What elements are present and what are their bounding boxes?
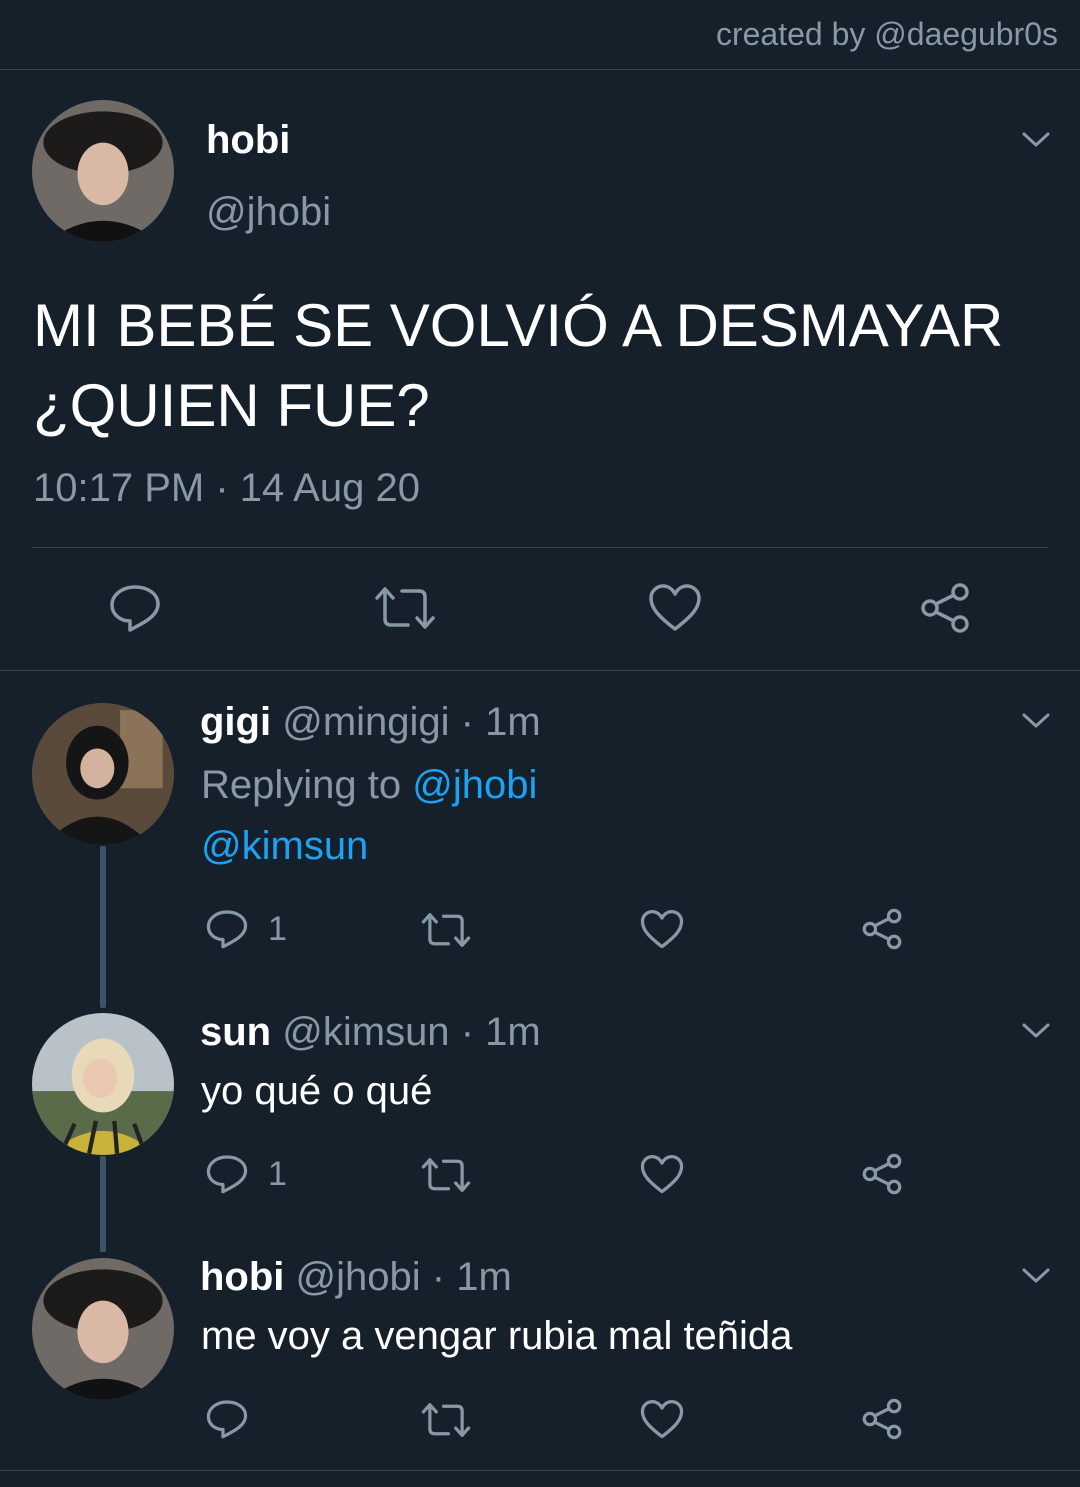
handle[interactable]: @mingigi	[282, 700, 449, 744]
avatar[interactable]	[32, 1258, 174, 1400]
tweet-text: MI BEBÉ SE VOLVIÓ A DESMAYAR ¿QUIEN FUE?	[33, 286, 1003, 446]
avatar-photo-icon	[32, 1013, 174, 1155]
tweet-text-line: MI BEBÉ SE VOLVIÓ A DESMAYAR	[33, 292, 1004, 359]
replying-to: Replying to @jhobi	[201, 763, 537, 808]
avatar[interactable]	[32, 100, 174, 242]
relative-time: · 1m	[460, 700, 541, 744]
share-icon[interactable]	[918, 582, 972, 634]
section-divider	[0, 670, 1080, 671]
thread-line	[100, 1156, 106, 1252]
share-icon[interactable]	[860, 1153, 904, 1195]
handle[interactable]: @kimsun	[282, 1010, 449, 1054]
reply-icon[interactable]	[205, 908, 249, 950]
handle[interactable]: @jhobi	[296, 1255, 421, 1299]
like-icon[interactable]	[640, 1399, 684, 1440]
retweet-icon[interactable]	[421, 1156, 471, 1194]
reply-header: gigi @mingigi · 1m	[200, 700, 541, 745]
reply-header: sun @kimsun · 1m	[200, 1010, 541, 1055]
tweet-text-line: ¿QUIEN FUE?	[33, 372, 430, 439]
display-name[interactable]: hobi	[200, 1255, 284, 1299]
retweet-icon[interactable]	[421, 911, 471, 949]
thread-line	[100, 846, 106, 1008]
chevron-down-icon[interactable]	[1021, 1021, 1051, 1041]
tweet-divider	[32, 547, 1048, 548]
share-icon[interactable]	[860, 908, 904, 950]
relative-time: · 1m	[431, 1255, 512, 1299]
retweet-icon[interactable]	[421, 1401, 471, 1439]
bottom-divider	[0, 1470, 1080, 1471]
reply-icon[interactable]	[205, 1398, 249, 1440]
reply-count: 1	[268, 910, 287, 948]
display-name[interactable]: gigi	[200, 700, 271, 744]
avatar-photo-icon	[32, 100, 174, 242]
display-name[interactable]: sun	[200, 1010, 271, 1054]
reply-header: hobi @jhobi · 1m	[200, 1255, 512, 1300]
avatar[interactable]	[32, 703, 174, 845]
replying-to-link[interactable]: @jhobi	[412, 763, 537, 807]
relative-time: · 1m	[460, 1010, 541, 1054]
replying-to-label: Replying to	[201, 763, 402, 807]
tweet-text[interactable]: @kimsun	[201, 824, 368, 869]
like-icon[interactable]	[640, 1154, 684, 1195]
like-icon[interactable]	[640, 909, 684, 950]
avatar[interactable]	[32, 1013, 174, 1155]
reply-icon[interactable]	[108, 582, 162, 634]
top-divider	[0, 69, 1080, 70]
share-icon[interactable]	[860, 1398, 904, 1440]
avatar-photo-icon	[32, 1258, 174, 1400]
chevron-down-icon[interactable]	[1021, 130, 1051, 150]
retweet-icon[interactable]	[374, 585, 436, 631]
handle[interactable]: @jhobi	[206, 190, 331, 235]
like-icon[interactable]	[648, 583, 702, 633]
reply-icon[interactable]	[205, 1153, 249, 1195]
reply-count: 1	[268, 1155, 287, 1193]
timestamp: 10:17 PM · 14 Aug 20	[33, 466, 420, 510]
tweet-text: yo qué o qué	[201, 1069, 433, 1113]
credit-text: created by @daegubr0s	[715, 16, 1058, 52]
display-name[interactable]: hobi	[206, 118, 290, 163]
chevron-down-icon[interactable]	[1021, 711, 1051, 731]
tweet-text: me voy a vengar rubia mal teñida	[201, 1314, 793, 1358]
avatar-photo-icon	[32, 703, 174, 845]
chevron-down-icon[interactable]	[1021, 1266, 1051, 1286]
